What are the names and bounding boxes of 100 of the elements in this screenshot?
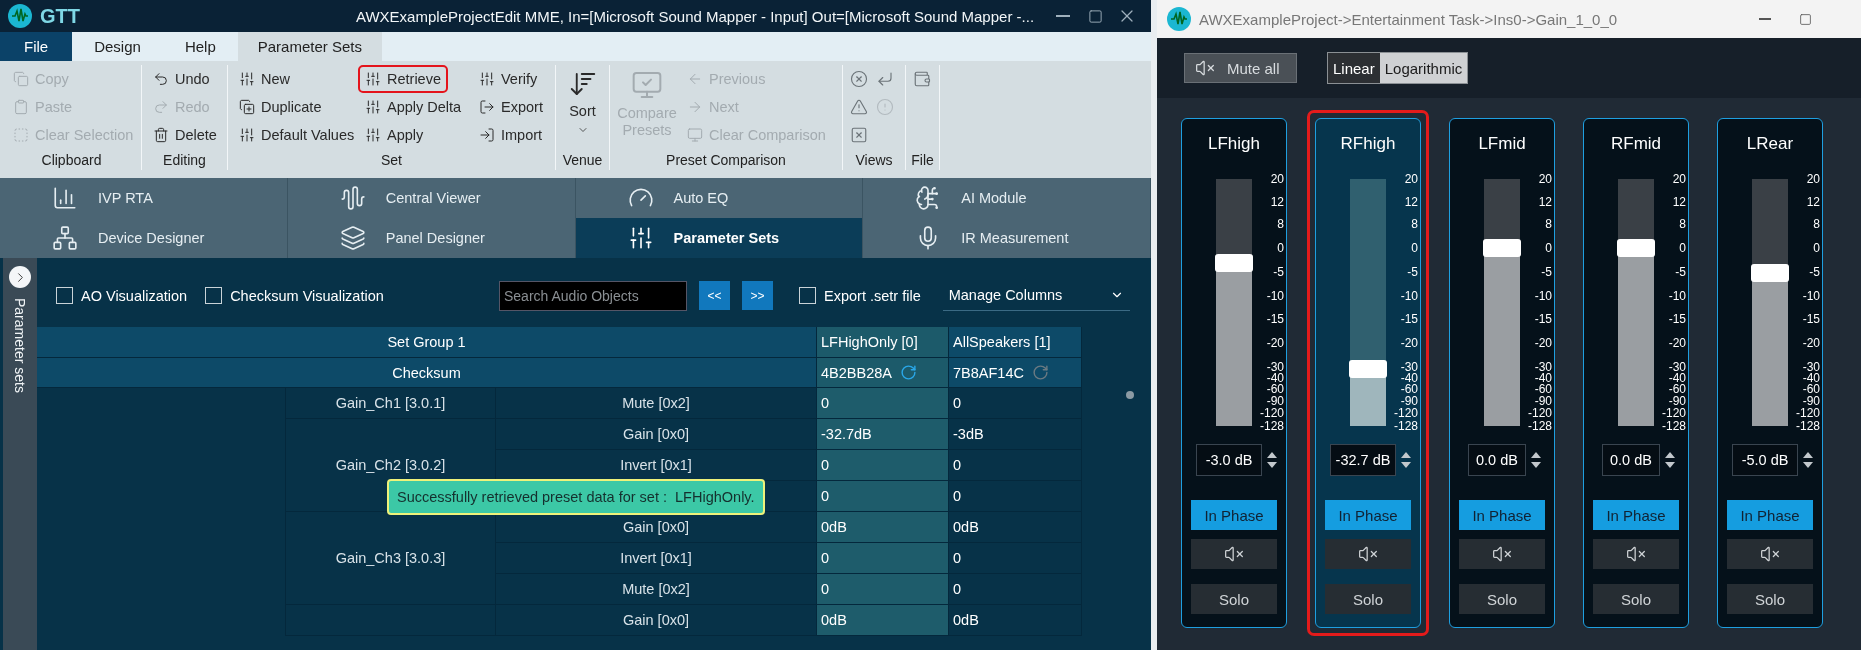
fader-thumb[interactable]: [1617, 239, 1655, 258]
ribbon-button[interactable]: Apply Delta: [358, 93, 469, 121]
gain-field[interactable]: -32.7 dB: [1330, 444, 1396, 476]
phase-button[interactable]: In Phase: [1325, 500, 1411, 530]
gain-field[interactable]: -3.0 dB: [1196, 444, 1262, 476]
mute-button[interactable]: [1727, 539, 1813, 569]
sliders-icon: [239, 71, 255, 87]
value-cell: 0: [817, 543, 949, 574]
solo-button[interactable]: Solo: [1727, 584, 1813, 614]
sort-button[interactable]: Sort: [560, 65, 605, 150]
scale-label: -90: [1534, 395, 1552, 407]
fader-track[interactable]: [1350, 179, 1386, 426]
gain-field[interactable]: 0.0 dB: [1468, 444, 1526, 476]
mute-button[interactable]: [1459, 539, 1545, 569]
page-button[interactable]: >>: [742, 281, 773, 310]
phase-button[interactable]: In Phase: [1593, 500, 1679, 530]
nav-tile[interactable]: IVP RTA: [0, 178, 288, 218]
value-cell: 0: [949, 543, 1082, 574]
solo-button[interactable]: Solo: [1459, 584, 1545, 614]
window-title: AWXExampleProjectEdit MME, In=[Microsoft Sound Mapper - Input] Out=[Microsoft Sound Mapper -...: [356, 7, 1036, 25]
phase-button[interactable]: In Phase: [1727, 500, 1813, 530]
scale-label: 8: [1679, 218, 1686, 230]
scale-toggle[interactable]: Linear: [1328, 53, 1380, 83]
scale-label: -120: [1661, 407, 1686, 419]
fader-track[interactable]: [1752, 179, 1788, 426]
set-header[interactable]: LFHighOnly [0]: [817, 327, 949, 358]
search-field[interactable]: Search Audio Objects: [499, 280, 687, 311]
scale-label: -5: [1675, 266, 1686, 278]
value-cell: 0: [817, 450, 949, 481]
fader-thumb[interactable]: [1751, 263, 1789, 282]
checkbox[interactable]: [56, 287, 73, 304]
logo-icon: [1167, 7, 1191, 31]
menu-tab[interactable]: Help: [162, 32, 238, 61]
page-button[interactable]: <<: [699, 281, 730, 310]
scale-label: 20: [1538, 173, 1552, 185]
scale-label: 12: [1538, 196, 1552, 208]
menu-tab[interactable]: Design: [72, 32, 163, 61]
refresh-icon[interactable]: [899, 364, 917, 381]
fader-thumb[interactable]: [1349, 360, 1387, 379]
scale-label: -90: [1668, 395, 1686, 407]
group-label: File: [910, 151, 935, 170]
nav-tile[interactable]: Auto EQ: [575, 178, 864, 218]
scale-label: 0: [1679, 242, 1686, 254]
gain-field[interactable]: -5.0 dB: [1732, 444, 1798, 476]
solo-button[interactable]: Solo: [1325, 584, 1411, 614]
alert-icon: [876, 98, 894, 116]
copy-plus-icon: [239, 99, 255, 115]
scale-label: -15: [1266, 313, 1284, 325]
nav-tile[interactable]: IR Measurement: [863, 218, 1151, 258]
set-header[interactable]: AllSpeakers [1]: [949, 327, 1082, 358]
scale-toggle[interactable]: Logarithmic: [1379, 53, 1468, 83]
gain-field[interactable]: 0.0 dB: [1602, 444, 1660, 476]
clipboard-icon: [13, 99, 29, 115]
fader-track[interactable]: [1618, 179, 1654, 426]
toast-message: Successfully retrieved preset data for set : LFHighOnly.: [387, 479, 765, 515]
nav-tile[interactable]: Parameter Sets: [575, 218, 864, 258]
parameter-name: Mute [0x2]: [496, 388, 817, 419]
menu-tab[interactable]: File: [0, 32, 73, 61]
mute-button[interactable]: [1325, 539, 1411, 569]
phase-button[interactable]: In Phase: [1459, 500, 1545, 530]
mute-button[interactable]: [1191, 539, 1277, 569]
solo-button[interactable]: Solo: [1593, 584, 1679, 614]
checkbox-label: AO Visualization: [81, 287, 188, 304]
value-cell: 0: [949, 388, 1082, 419]
checkbox[interactable]: [205, 287, 223, 304]
mute-all-button[interactable]: Mute all: [1184, 53, 1297, 83]
ribbon-button[interactable]: Delete: [146, 121, 224, 149]
scale-label: -40: [1802, 372, 1820, 384]
group-label: Views: [854, 151, 894, 170]
menu-tab[interactable]: Parameter Sets: [237, 32, 382, 61]
nav-tile[interactable]: AI Module: [863, 178, 1151, 218]
fader-track[interactable]: [1484, 179, 1520, 426]
ribbon-button[interactable]: New: [232, 65, 297, 93]
group-label: Clipboard: [40, 151, 103, 170]
sliders-icon: [479, 71, 495, 87]
scale-label: -15: [1534, 313, 1552, 325]
expand-button[interactable]: [9, 266, 31, 288]
solo-button[interactable]: Solo: [1191, 584, 1277, 614]
nav-tile[interactable]: Panel Designer: [287, 218, 576, 258]
scale-label: -120: [1795, 407, 1820, 419]
fader-track[interactable]: [1216, 179, 1252, 426]
minimize-icon: [1759, 18, 1771, 20]
channel-name: LFhigh: [1208, 133, 1260, 155]
scale-label: 0: [1277, 242, 1284, 254]
fader-thumb[interactable]: [1215, 253, 1253, 272]
ribbon-button[interactable]: Duplicate: [232, 93, 329, 121]
nav-tile[interactable]: Device Designer: [0, 218, 288, 258]
waveform-icon: [339, 185, 366, 211]
nav-tile[interactable]: Central Viewer: [287, 178, 576, 218]
ribbon-button[interactable]: Import: [472, 121, 550, 149]
scale-label: -60: [1668, 383, 1686, 395]
ribbon-button[interactable]: Export: [472, 93, 550, 121]
fader-thumb[interactable]: [1483, 239, 1521, 258]
checkbox[interactable]: [799, 287, 816, 304]
ribbon-button[interactable]: Undo: [146, 65, 217, 93]
phase-button[interactable]: In Phase: [1191, 500, 1277, 530]
mute-button[interactable]: [1593, 539, 1679, 569]
ribbon-button[interactable]: Verify: [472, 65, 545, 93]
ribbon-button[interactable]: Retrieve: [358, 65, 448, 93]
parameter-name: Gain [0x0]: [496, 605, 817, 636]
